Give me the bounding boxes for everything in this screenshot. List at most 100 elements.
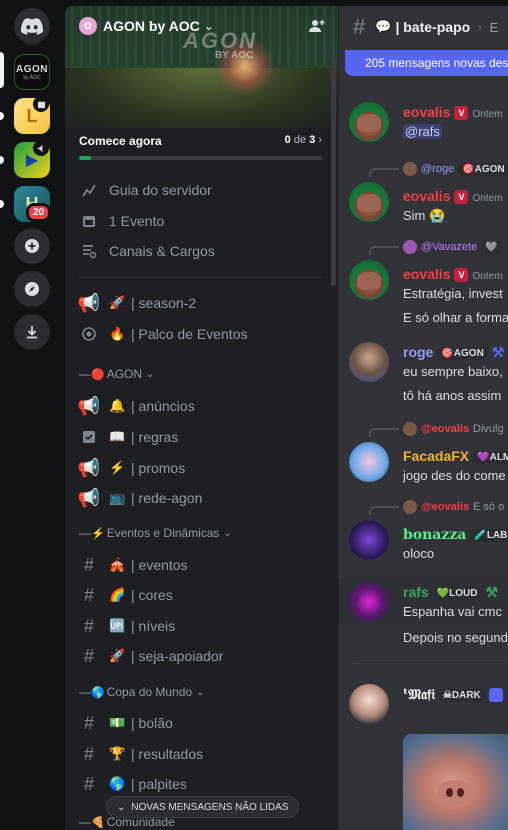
message-time: Ontem	[472, 109, 503, 120]
message-text: jogo des do come	[403, 468, 506, 483]
message-text: Estratégia, invest	[403, 286, 503, 301]
channel-label: | palpites	[131, 776, 187, 792]
invite-people-icon[interactable]	[308, 17, 326, 35]
message-text: Sim 😭	[403, 208, 446, 223]
category-copa-do-mundo[interactable]: — 🌎 Copa do Mundo ⌄	[79, 682, 205, 702]
sidebar-scrollbar-thumb[interactable]	[331, 56, 336, 286]
message-text: tô há anos assim	[403, 388, 502, 403]
message-text: eu sempre baixo,	[403, 364, 503, 379]
channel-rede-agon[interactable]: 📢 📺 | rede-agon	[73, 483, 326, 513]
chat-divider	[353, 663, 508, 664]
message-author[interactable]: eovalis V Ontem	[403, 188, 503, 205]
channel-name: | bate-papo	[395, 19, 471, 35]
channel-season-2[interactable]: 📢 🚀 | season-2	[73, 288, 326, 318]
new-unread-messages-button[interactable]: ⌄ NOVAS MENSAGENS NÃO LIDAS	[106, 796, 300, 818]
category-agon[interactable]: — 🔴 AGON ⌄	[79, 364, 154, 384]
server-rail: AGON by AOC L ▶ H 20	[0, 0, 64, 830]
avatar[interactable]	[349, 582, 389, 622]
message-author[interactable]: roge 🎯 AGON ⚒	[403, 344, 504, 361]
message-author[interactable]: rafs 💚 LOUD ⚒	[403, 584, 498, 601]
message-time: Ontem	[472, 193, 503, 204]
message-author[interactable]: ᵗ𝔐𝔞𝔣𝔦 ☠ DARK	[403, 686, 503, 703]
channels-roles-icon	[79, 241, 99, 261]
category-eventos-dinamicas[interactable]: — ⚡ Eventos e Dinâmicas ⌄	[79, 523, 232, 543]
reply-preview[interactable]: @eovalis Divulg	[403, 422, 504, 436]
getting-started[interactable]: Comece agora 0 de 3 ›	[65, 128, 338, 168]
channels-roles-row[interactable]: Canais & Cargos	[73, 236, 326, 266]
channel-label: | níveis	[131, 618, 176, 634]
channel-regras[interactable]: 📖 | regras	[73, 422, 326, 452]
sidebar-scrollbar-track[interactable]	[331, 56, 336, 286]
hashtag-icon: #	[83, 773, 94, 794]
message-author[interactable]: bonazza 🧪 LAB	[403, 526, 508, 543]
message-image[interactable]	[403, 734, 508, 830]
reply-preview[interactable]: @eovalis E só o	[403, 500, 504, 514]
avatar[interactable]	[349, 182, 389, 222]
channel-cores[interactable]: # 🌈 | cores	[73, 580, 326, 610]
chevron-down-icon: ⌄	[203, 19, 214, 33]
announcement-icon: 📢	[77, 395, 101, 416]
channel-seja-apoiador[interactable]: # 🚀 | seja-apoiador	[73, 641, 326, 671]
avatar[interactable]	[349, 684, 389, 724]
server-agon-sublabel: by AOC	[23, 74, 41, 81]
speaker-icon	[33, 140, 49, 156]
server-agon-label: AGON	[16, 63, 48, 75]
message-author[interactable]: FacadaFX💜 ALM	[403, 448, 508, 464]
add-server-button[interactable]	[14, 228, 50, 264]
channel-eventos[interactable]: # 🎪 | eventos	[73, 550, 326, 580]
channel-resultados[interactable]: # 🏆 | resultados	[73, 739, 326, 769]
channel-palpites[interactable]: # 🌎 | palpites	[73, 769, 326, 799]
role-tag: 🎯 AGON	[458, 162, 508, 176]
role-badge-icon: V	[454, 106, 469, 121]
download-apps-button[interactable]	[14, 314, 50, 350]
message-author[interactable]: eovalis V Ontem	[403, 104, 503, 121]
channel-palco-de-eventos[interactable]: 🔥 | Palco de Eventos	[73, 319, 326, 349]
message-author[interactable]: eovalis V Ontem	[403, 266, 503, 283]
message-text: oloco	[403, 546, 435, 561]
avatar[interactable]	[349, 520, 389, 560]
hashtag-icon: #	[83, 645, 94, 666]
server-guide-row[interactable]: Guia do servidor	[73, 175, 326, 205]
hashtag-icon: #	[83, 554, 94, 575]
event-calendar-badge	[33, 96, 49, 112]
channel-label: | rede-agon	[131, 490, 203, 506]
channel-label: | regras	[131, 429, 179, 445]
new-messages-bar[interactable]: 205 mensagens novas desde	[345, 50, 508, 76]
unread-dot	[0, 156, 4, 164]
channel-label: | seja-apoiador	[131, 648, 224, 664]
channel-bolao[interactable]: # 💵 | bolão	[73, 708, 326, 738]
server-boost-icon: ✿	[79, 17, 97, 35]
channel-label: | eventos	[131, 557, 188, 573]
unread-dot	[0, 112, 4, 120]
reply-preview[interactable]: @roge 🎯 AGON	[403, 162, 508, 176]
channels-roles-label: Canais & Cargos	[109, 243, 215, 259]
reply-preview[interactable]: @Vavazete 🩶	[403, 240, 502, 254]
role-tag: 🧪 LAB	[470, 528, 508, 542]
discord-home-button[interactable]	[14, 8, 50, 44]
hashtag-icon: #	[353, 14, 366, 39]
getting-started-bar	[79, 156, 322, 160]
channel-niveis[interactable]: # 🆙 | níveis	[73, 611, 326, 641]
calendar-icon	[79, 211, 99, 231]
channel-anuncios[interactable]: 📢 🔔 | anúncios	[73, 391, 326, 421]
server-name: AGON by AOC	[103, 18, 200, 34]
avatar[interactable]	[349, 260, 389, 300]
avatar[interactable]	[349, 102, 389, 142]
sidebar-divider	[79, 277, 322, 278]
message-text: Depois no segundo	[403, 630, 508, 645]
channel-topic[interactable]: E	[490, 20, 499, 35]
new-unread-label: NOVAS MENSAGENS NÃO LIDAS	[131, 801, 289, 813]
events-row[interactable]: 1 Evento	[73, 206, 326, 236]
server-header[interactable]: ✿ AGON by AOC ⌄	[65, 6, 338, 46]
chat-header: # 💬 | bate-papo • E	[353, 14, 499, 39]
role-tag: 🎯 AGON	[437, 346, 488, 360]
channel-promos[interactable]: 📢 ⚡ | promos	[73, 453, 326, 483]
avatar[interactable]	[349, 442, 389, 482]
avatar[interactable]	[349, 342, 389, 382]
channel-label: | cores	[131, 587, 173, 603]
getting-started-progress: 0 de 3 ›	[284, 134, 322, 146]
role-badge-icon: V	[454, 190, 469, 205]
discover-button[interactable]	[14, 271, 50, 307]
chevron-right-icon: ›	[318, 134, 322, 146]
server-agon[interactable]: AGON by AOC	[14, 54, 50, 90]
